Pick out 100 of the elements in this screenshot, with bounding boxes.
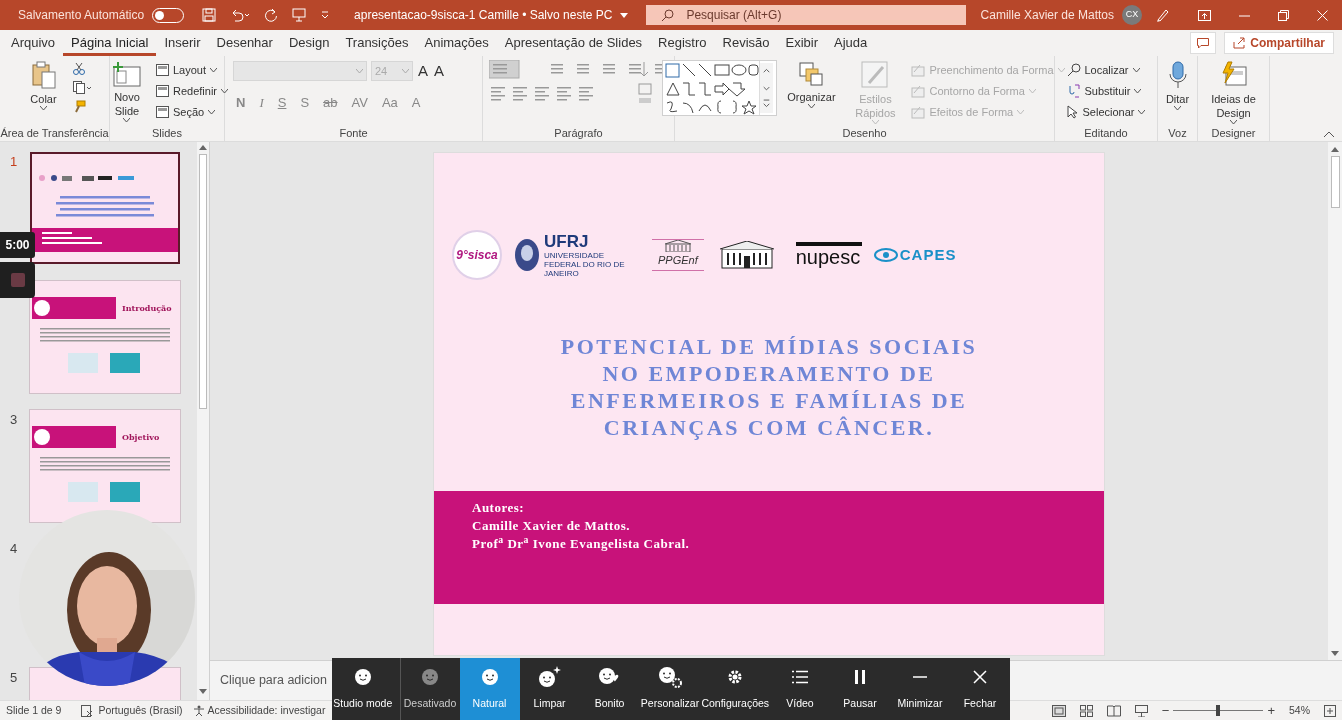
caret-icon bbox=[208, 110, 216, 114]
caret-icon bbox=[402, 69, 409, 74]
caret-icon bbox=[1230, 120, 1237, 124]
share-button[interactable]: Compartilhar bbox=[1224, 32, 1334, 54]
toolbar-button[interactable]: Limpar bbox=[519, 658, 580, 720]
shape-format-icon bbox=[911, 63, 926, 77]
shape-format-icon bbox=[911, 105, 926, 119]
arrange-icon bbox=[798, 61, 825, 87]
gallery-scroll-icon bbox=[759, 61, 774, 115]
presentation-icon bbox=[292, 8, 307, 22]
zoom-level[interactable]: 54% bbox=[1289, 702, 1310, 719]
zoom-slider[interactable] bbox=[1173, 705, 1264, 716]
ribbon-button[interactable]: Organizar bbox=[781, 58, 842, 108]
collapse-icon bbox=[1324, 131, 1334, 137]
ribbon-button[interactable]: Selecionar bbox=[1064, 103, 1148, 121]
caret-icon bbox=[210, 68, 217, 72]
thumbnail-title: Introdução bbox=[122, 302, 172, 314]
font-name-field[interactable] bbox=[233, 61, 367, 82]
cursor-icon bbox=[1066, 105, 1079, 119]
menu-tab[interactable]: Registro bbox=[650, 30, 715, 56]
accessibility-button[interactable]: Acessibilidade: investigar bbox=[207, 702, 326, 719]
new-slide-icon bbox=[112, 61, 142, 87]
slide-thumbnail[interactable]: Introdução bbox=[30, 281, 180, 393]
restore-icon bbox=[1278, 9, 1289, 21]
toolbar-button[interactable]: Fechar bbox=[950, 658, 1010, 720]
scrollbar-thumb[interactable] bbox=[1330, 156, 1340, 208]
group-label: Designer bbox=[1211, 125, 1256, 141]
format-button[interactable]: A bbox=[433, 60, 446, 83]
ribbon-button[interactable]: Localizar bbox=[1064, 61, 1148, 79]
zoom-out-button[interactable]: − bbox=[1161, 700, 1170, 720]
ribbon-button[interactable]: Ditar bbox=[1155, 58, 1200, 110]
scroll-up-icon bbox=[1331, 147, 1339, 152]
minimize-icon bbox=[913, 676, 927, 679]
ribbon-button[interactable]: Redefinir bbox=[154, 82, 230, 100]
logo-text: nupesc bbox=[795, 246, 862, 268]
ribbon-button[interactable]: Colar bbox=[18, 58, 69, 110]
toolbar-button[interactable]: Vídeo bbox=[770, 658, 830, 720]
ribbon-button[interactable]: Novo Slide bbox=[104, 58, 150, 122]
ribbon-button[interactable]: Layout bbox=[154, 61, 230, 79]
format-button[interactable]: A bbox=[417, 60, 429, 83]
menu-tab[interactable]: Animações bbox=[416, 30, 497, 56]
menu-tab[interactable]: Revisão bbox=[714, 30, 778, 56]
scrollbar-thumb[interactable] bbox=[199, 154, 207, 409]
timer: 5:00 bbox=[0, 232, 35, 258]
user-avatar[interactable]: CX bbox=[1122, 5, 1142, 25]
toolbar-button[interactable]: Personalizar bbox=[639, 658, 701, 720]
share-icon bbox=[1233, 37, 1246, 49]
caret-icon bbox=[123, 118, 131, 122]
scroll-up-icon bbox=[199, 145, 207, 150]
toolbar-button[interactable]: Configurações bbox=[700, 658, 770, 720]
ribbon-button[interactable]: Ideias de Design bbox=[1197, 58, 1270, 124]
smiley-icon bbox=[421, 668, 440, 687]
eye-icon bbox=[873, 248, 898, 262]
author-text: Autores: bbox=[472, 499, 525, 517]
menu-tab[interactable]: Apresentação de Slides bbox=[496, 30, 651, 56]
caret-icon bbox=[1174, 106, 1181, 110]
toolbar-button[interactable]: Pausar bbox=[830, 658, 890, 720]
slide-number: 4 bbox=[9, 540, 19, 558]
undo-icon bbox=[230, 8, 251, 22]
language-button[interactable]: Português (Brasil) bbox=[98, 702, 183, 719]
search-field[interactable]: Pesquisar (Alt+G) bbox=[646, 5, 967, 25]
user-name: Camille Xavier de Mattos bbox=[980, 7, 1114, 24]
normal-view-icon bbox=[1051, 704, 1066, 717]
building-icon bbox=[663, 239, 692, 252]
scrollbar[interactable] bbox=[1328, 142, 1342, 660]
notes-placeholder[interactable]: Clique para adicion bbox=[220, 671, 327, 690]
author-text: Camille Xavier de Mattos. bbox=[472, 517, 631, 535]
dropdown-icon bbox=[320, 10, 331, 20]
toolbar-button[interactable]: Natural bbox=[459, 658, 520, 720]
emblem-icon bbox=[514, 238, 540, 272]
toolbar-button[interactable]: Bonito bbox=[579, 658, 640, 720]
menu-tab[interactable]: Exibir bbox=[777, 30, 826, 56]
menu-tab[interactable]: Desenhar bbox=[208, 30, 281, 56]
menu-tab[interactable]: Inserir bbox=[156, 30, 209, 56]
menu-tab[interactable]: Design bbox=[280, 30, 338, 56]
logo-text: UFRJ bbox=[544, 232, 590, 251]
replace-icon bbox=[1066, 84, 1081, 98]
toolbar-button[interactable]: Studio mode bbox=[332, 658, 394, 720]
slide-number: 5 bbox=[9, 669, 19, 687]
stop-icon bbox=[10, 273, 25, 287]
caret-icon bbox=[620, 12, 629, 18]
comments-button[interactable] bbox=[1190, 32, 1217, 54]
scrollbar[interactable] bbox=[197, 142, 209, 700]
menu-tab[interactable]: Arquivo bbox=[3, 30, 64, 56]
slider-thumb[interactable] bbox=[1216, 705, 1221, 716]
group-label: Desenho bbox=[842, 125, 887, 141]
ribbon-button[interactable]: Substituir bbox=[1064, 82, 1148, 100]
close-icon bbox=[1317, 9, 1328, 21]
toolbar-button[interactable]: Minimizar bbox=[890, 658, 950, 720]
caret-icon bbox=[40, 106, 47, 110]
zoom-in-button[interactable]: + bbox=[1267, 700, 1275, 720]
pen-icon bbox=[1156, 8, 1170, 22]
menu-tab[interactable]: Ajuda bbox=[826, 30, 876, 56]
slide[interactable] bbox=[433, 152, 1105, 656]
menu-tab[interactable]: Transições bbox=[337, 30, 417, 56]
search-icon bbox=[1066, 63, 1081, 77]
document-title[interactable]: apresentacao-9sisca-1 Camille • Salvo neste PC bbox=[354, 6, 629, 24]
ribbon-button[interactable]: Seção bbox=[154, 103, 230, 121]
shapes-gallery[interactable] bbox=[662, 60, 778, 116]
group-label: Área de Transferência bbox=[0, 125, 109, 141]
